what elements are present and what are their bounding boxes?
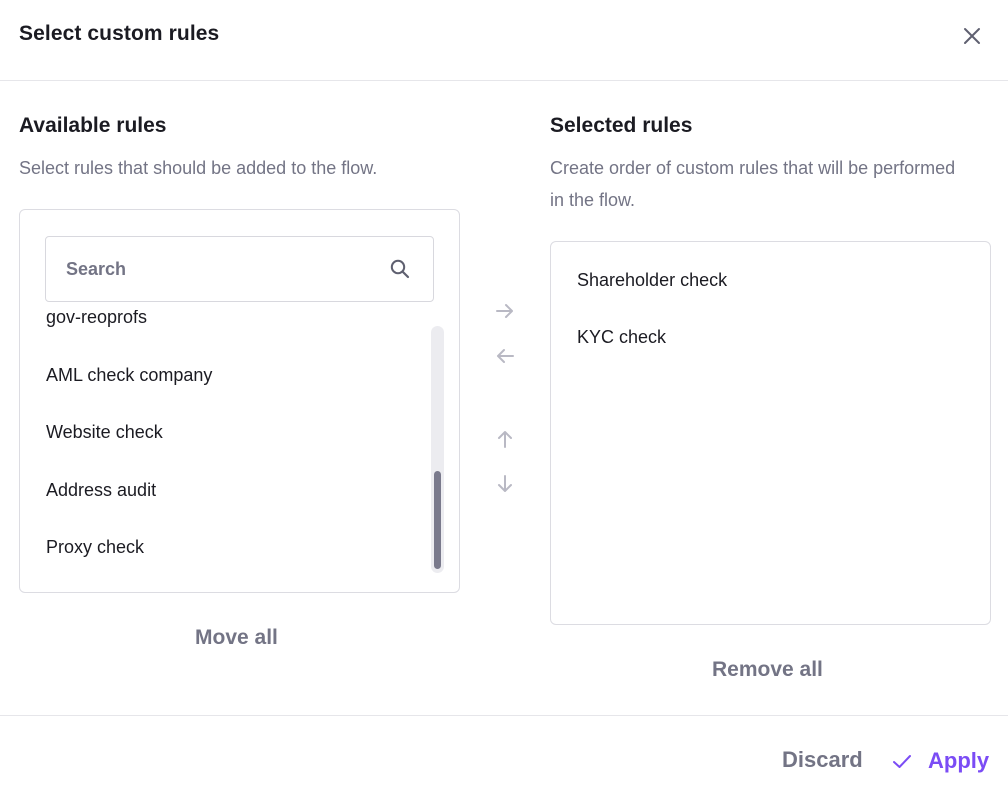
list-item[interactable]: Shareholder check [577, 270, 727, 291]
selected-rules-description: Create order of custom rules that will b… [550, 158, 956, 210]
search-icon[interactable] [388, 257, 412, 281]
available-list-viewport[interactable]: gov-reoprofs AML check company Website c… [20, 310, 430, 580]
remove-all-button[interactable]: Remove all [712, 658, 823, 682]
selected-rules-title: Selected rules [550, 114, 693, 137]
arrow-right-icon [496, 304, 513, 318]
custom-rules-dialog: Select custom rules Available rules Sele… [0, 0, 1008, 796]
list-item[interactable]: KYC check [577, 327, 666, 348]
arrow-left-icon [497, 349, 514, 363]
available-rules-title: Available rules [19, 114, 167, 137]
arrow-up-icon [498, 431, 512, 448]
scrollbar-thumb[interactable] [434, 471, 441, 569]
search-input[interactable] [46, 237, 386, 301]
available-rules-list: gov-reoprofs AML check company Website c… [19, 209, 460, 593]
list-item[interactable]: AML check company [20, 347, 430, 405]
move-left-button[interactable] [493, 344, 517, 368]
dialog-footer: Discard Apply [0, 715, 1008, 796]
available-list: gov-reoprofs AML check company Website c… [20, 310, 430, 577]
apply-label: Apply [928, 748, 990, 773]
list-item[interactable]: Proxy check [20, 519, 430, 577]
scrollbar-track[interactable] [431, 326, 444, 573]
list-item[interactable]: Website check [20, 404, 430, 462]
move-right-button[interactable] [493, 299, 517, 323]
close-button[interactable] [958, 22, 986, 50]
check-icon [893, 755, 911, 768]
list-item[interactable]: gov-reoprofs [20, 310, 430, 347]
move-down-button[interactable] [493, 472, 517, 496]
move-up-button[interactable] [493, 427, 517, 451]
close-icon [964, 28, 980, 44]
available-rules-description: Select rules that should be added to the… [19, 158, 378, 178]
discard-button[interactable]: Discard [782, 747, 863, 773]
arrow-down-icon [498, 475, 512, 492]
apply-button[interactable]: Apply [890, 746, 989, 776]
dialog-header: Select custom rules [0, 0, 1008, 81]
search-box [45, 236, 434, 302]
list-item[interactable]: Address audit [20, 462, 430, 520]
move-all-button[interactable]: Move all [195, 626, 278, 650]
dialog-title: Select custom rules [19, 22, 220, 45]
selected-rules-list: Shareholder check KYC check [550, 241, 991, 625]
